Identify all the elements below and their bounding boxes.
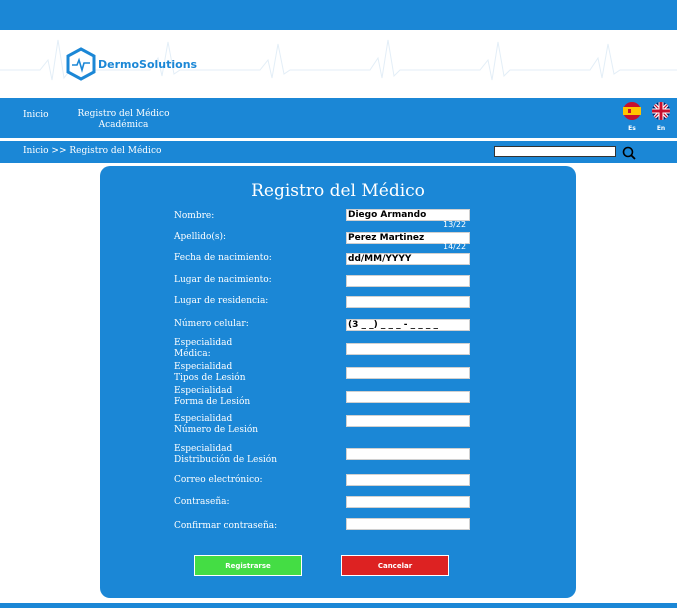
nav-registro[interactable]: Registro del Médico Académica [76,109,171,131]
brand-suffix: Solutions [139,57,198,71]
search-input[interactable] [494,146,616,157]
label-contrasena: Contraseña: [174,497,230,507]
label-numero-celular: Número celular: [174,319,249,329]
lang-es-label: Es [628,125,636,132]
header-banner: DermoSolutions [0,30,677,98]
apellidos-char-counter: 14/22 [443,242,467,251]
label-line: Médica: [174,349,211,359]
lang-en-label: En [656,125,666,132]
nav-home[interactable]: Inicio [23,110,49,121]
label-line: Especialidad [174,386,233,396]
input-lugar-residencia[interactable] [346,296,470,308]
label-line: Número de Lesión [174,425,259,435]
label-line: Especialidad [174,338,233,348]
label-especialidad-tipos: Especialidad Tipos de Lesión [174,362,246,384]
label-fecha-nacimiento: Fecha de nacimiento: [174,253,272,263]
input-especialidad-forma[interactable] [346,391,470,403]
input-especialidad-tipos[interactable] [346,367,470,379]
registration-form: Registro del Médico Nombre: Diego Armand… [100,166,576,598]
input-contrasena[interactable] [346,496,470,508]
brand-prefix: Dermo [98,57,140,71]
input-especialidad-distribucion[interactable] [346,448,470,460]
label-correo: Correo electrónico: [174,475,263,485]
label-line: Forma de Lesión [174,397,251,407]
form-title: Registro del Médico [251,181,425,201]
lang-en[interactable]: En [651,102,671,132]
brand-logo[interactable]: DermoSolutions [66,44,197,84]
heart-pulse-logo-icon [66,47,96,81]
label-confirmar-contrasena: Confirmar contraseña: [174,521,278,531]
label-apellidos: Apellido(s): [174,232,227,242]
input-confirmar-contrasena[interactable] [346,518,470,530]
input-fecha-nacimiento[interactable]: dd/MM/YYYY [346,253,470,265]
nombre-char-counter: 13/22 [443,220,467,229]
label-line: Especialidad [174,362,233,372]
footer-bar [0,603,677,608]
label-especialidad-forma: Especialidad Forma de Lesión [174,386,250,408]
label-line: Especialidad [174,444,233,454]
label-especialidad-medica: Especialidad Médica: [174,338,232,360]
breadcrumb[interactable]: Inicio >> Registro del Médico [23,146,161,156]
brand-name: DermoSolutions [98,58,197,71]
nav-registro-line2: Académica [98,120,149,130]
label-especialidad-distribucion: Especialidad Distribución de Lesión [174,444,277,466]
label-lugar-residencia: Lugar de residencia: [174,296,269,306]
input-especialidad-medica[interactable] [346,343,470,355]
spain-flag-icon [623,102,641,120]
label-nombre: Nombre: [174,211,215,221]
input-lugar-nacimiento[interactable] [346,275,470,287]
label-line: Tipos de Lesión [174,373,246,383]
lang-es[interactable]: Es [622,102,642,132]
input-numero-celular[interactable]: (3 _ _) _ _ _ - _ _ _ _ [346,319,470,331]
input-correo[interactable] [346,474,470,486]
label-lugar-nacimiento: Lugar de nacimiento: [174,275,272,285]
input-especialidad-numero[interactable] [346,415,470,427]
cancel-button[interactable]: Cancelar [341,555,449,576]
top-bar [0,0,677,30]
main-nav: Inicio Registro del Médico Académica Es … [0,98,677,138]
nav-registro-line1: Registro del Médico [77,109,170,119]
uk-flag-icon [652,102,670,120]
label-line: Distribución de Lesión [174,455,278,465]
label-especialidad-numero: Especialidad Número de Lesión [174,414,258,436]
register-button[interactable]: Registrarse [194,555,302,576]
search-icon[interactable] [622,146,636,160]
label-line: Especialidad [174,414,233,424]
